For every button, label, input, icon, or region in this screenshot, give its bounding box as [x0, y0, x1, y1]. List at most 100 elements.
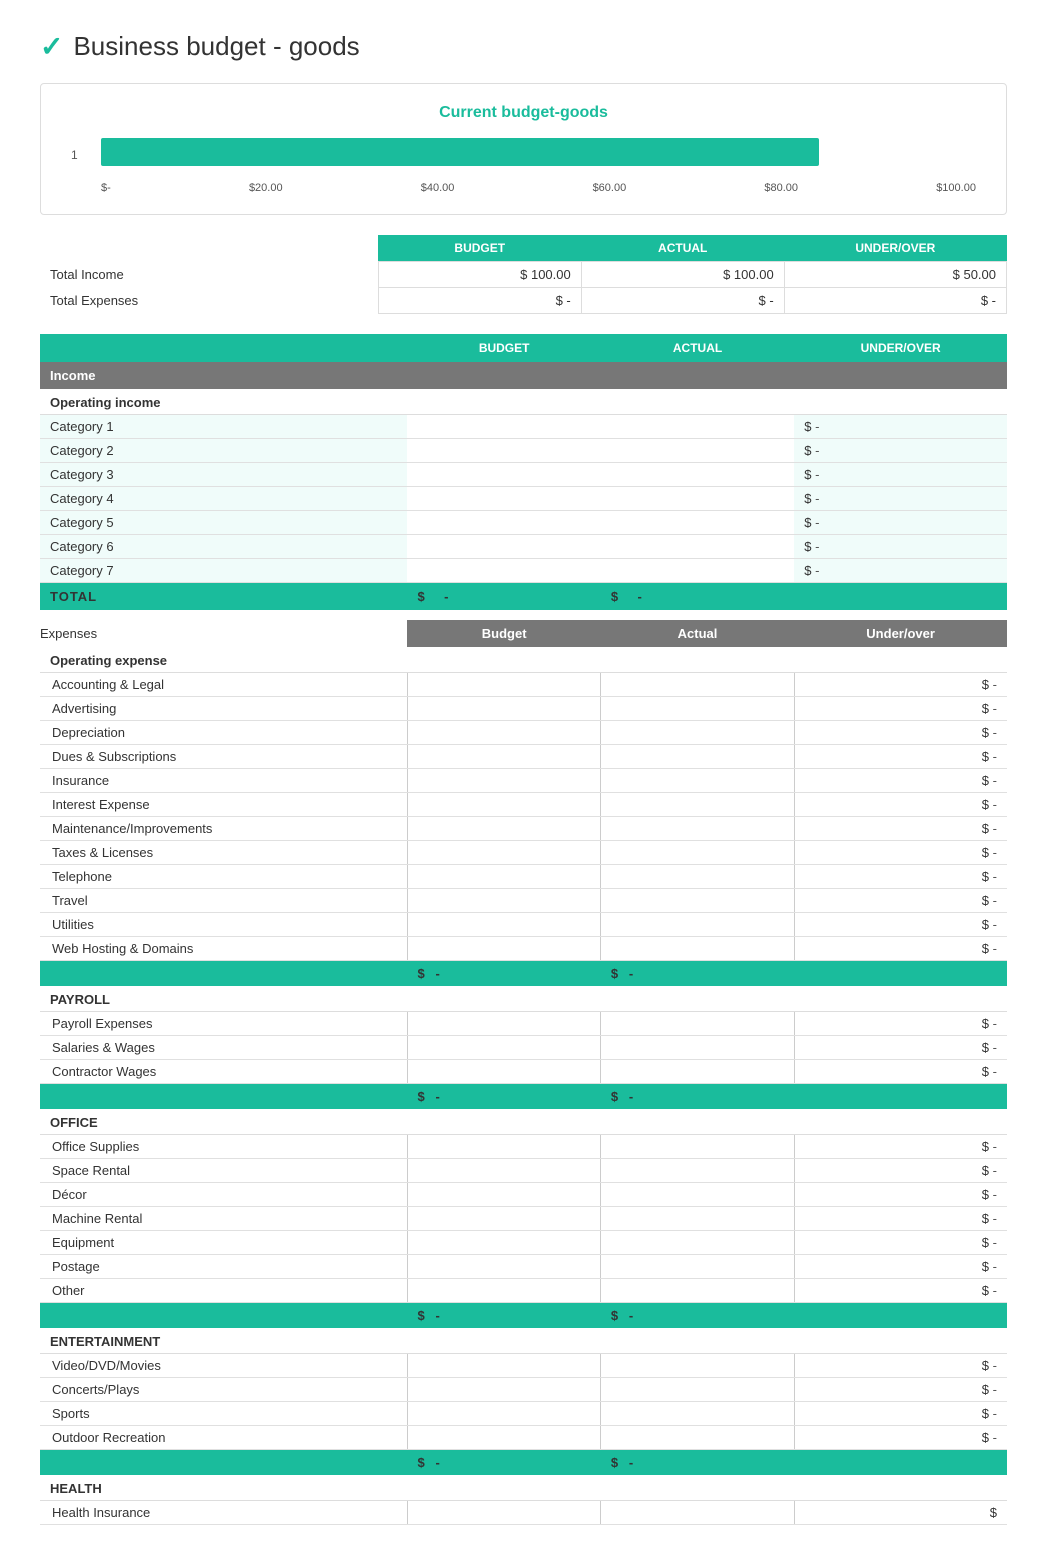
video-actual[interactable]	[601, 1354, 794, 1378]
tax-actual[interactable]	[601, 841, 794, 865]
cat3-budget[interactable]	[407, 463, 600, 487]
exp-row-equip: Equipment $ -	[40, 1231, 1007, 1255]
cat6-label: Category 6	[40, 535, 407, 559]
cat7-actual[interactable]	[601, 559, 794, 583]
ins-actual[interactable]	[601, 769, 794, 793]
adv-under: $ -	[794, 697, 1007, 721]
health-ins-budget[interactable]	[407, 1501, 600, 1525]
health-header: HEALTH	[40, 1475, 1007, 1501]
cat5-label: Category 5	[40, 511, 407, 535]
cat4-budget[interactable]	[407, 487, 600, 511]
summary-expenses-under: $ -	[784, 288, 1006, 314]
space-budget[interactable]	[407, 1159, 600, 1183]
int-label: Interest Expense	[40, 793, 407, 817]
expenses-columns-header: Expenses Budget Actual Under/over	[40, 620, 1007, 647]
cat1-budget[interactable]	[407, 415, 600, 439]
decor-actual[interactable]	[601, 1183, 794, 1207]
expenses-section-label: Expenses	[40, 620, 407, 647]
video-budget[interactable]	[407, 1354, 600, 1378]
decor-under: $ -	[794, 1183, 1007, 1207]
cat6-budget[interactable]	[407, 535, 600, 559]
int-actual[interactable]	[601, 793, 794, 817]
concerts-budget[interactable]	[407, 1378, 600, 1402]
cat2-actual[interactable]	[601, 439, 794, 463]
acct-budget[interactable]	[407, 673, 600, 697]
concerts-actual[interactable]	[601, 1378, 794, 1402]
supplies-budget[interactable]	[407, 1135, 600, 1159]
dues-actual[interactable]	[601, 745, 794, 769]
equip-budget[interactable]	[407, 1231, 600, 1255]
post-budget[interactable]	[407, 1255, 600, 1279]
cat3-actual[interactable]	[601, 463, 794, 487]
tax-budget[interactable]	[407, 841, 600, 865]
machine-actual[interactable]	[601, 1207, 794, 1231]
contractor-budget[interactable]	[407, 1060, 600, 1084]
sports-actual[interactable]	[601, 1402, 794, 1426]
payexp-budget[interactable]	[407, 1012, 600, 1036]
equip-actual[interactable]	[601, 1231, 794, 1255]
expenses-under-header: Under/over	[794, 620, 1007, 647]
cat7-budget[interactable]	[407, 559, 600, 583]
cat4-actual[interactable]	[601, 487, 794, 511]
payroll-total-under	[794, 1084, 1007, 1110]
acct-actual[interactable]	[601, 673, 794, 697]
cat6-actual[interactable]	[601, 535, 794, 559]
income-budget-header: BUDGET	[407, 334, 600, 362]
entertainment-header: ENTERTAINMENT	[40, 1328, 1007, 1354]
trav-under: $ -	[794, 889, 1007, 913]
cat1-actual[interactable]	[601, 415, 794, 439]
cat2-budget[interactable]	[407, 439, 600, 463]
contractor-actual[interactable]	[601, 1060, 794, 1084]
web-actual[interactable]	[601, 937, 794, 961]
outdoor-budget[interactable]	[407, 1426, 600, 1450]
machine-budget[interactable]	[407, 1207, 600, 1231]
office-total-under	[794, 1303, 1007, 1329]
supplies-under: $ -	[794, 1135, 1007, 1159]
x-label-4: $80.00	[764, 182, 798, 194]
income-total-budget: $ -	[407, 583, 600, 611]
salaries-budget[interactable]	[407, 1036, 600, 1060]
cat5-actual[interactable]	[601, 511, 794, 535]
cat1-under: $ -	[794, 415, 1007, 439]
health-ins-actual[interactable]	[601, 1501, 794, 1525]
exp-row-contractor: Contractor Wages $ -	[40, 1060, 1007, 1084]
page-header: ✓ Business budget - goods	[40, 30, 1007, 63]
other-budget[interactable]	[407, 1279, 600, 1303]
exp-row-util: Utilities $ -	[40, 913, 1007, 937]
maint-budget[interactable]	[407, 817, 600, 841]
income-row-3: Category 3 $ -	[40, 463, 1007, 487]
payexp-actual[interactable]	[601, 1012, 794, 1036]
adv-budget[interactable]	[407, 697, 600, 721]
cat3-label: Category 3	[40, 463, 407, 487]
sports-budget[interactable]	[407, 1402, 600, 1426]
other-actual[interactable]	[601, 1279, 794, 1303]
exp-row-payexp: Payroll Expenses $ -	[40, 1012, 1007, 1036]
operating-expense-label: Operating expense	[40, 647, 1007, 673]
supplies-actual[interactable]	[601, 1135, 794, 1159]
cat7-label: Category 7	[40, 559, 407, 583]
post-actual[interactable]	[601, 1255, 794, 1279]
trav-actual[interactable]	[601, 889, 794, 913]
dep-budget[interactable]	[407, 721, 600, 745]
adv-label: Advertising	[40, 697, 407, 721]
space-actual[interactable]	[601, 1159, 794, 1183]
cat2-label: Category 2	[40, 439, 407, 463]
tel-actual[interactable]	[601, 865, 794, 889]
web-budget[interactable]	[407, 937, 600, 961]
outdoor-actual[interactable]	[601, 1426, 794, 1450]
dep-actual[interactable]	[601, 721, 794, 745]
util-actual[interactable]	[601, 913, 794, 937]
int-budget[interactable]	[407, 793, 600, 817]
util-budget[interactable]	[407, 913, 600, 937]
dues-budget[interactable]	[407, 745, 600, 769]
adv-actual[interactable]	[601, 697, 794, 721]
chart-bar-row	[101, 138, 976, 166]
maint-actual[interactable]	[601, 817, 794, 841]
ins-budget[interactable]	[407, 769, 600, 793]
trav-budget[interactable]	[407, 889, 600, 913]
cat5-budget[interactable]	[407, 511, 600, 535]
tel-budget[interactable]	[407, 865, 600, 889]
decor-budget[interactable]	[407, 1183, 600, 1207]
salaries-actual[interactable]	[601, 1036, 794, 1060]
payexp-label: Payroll Expenses	[40, 1012, 407, 1036]
